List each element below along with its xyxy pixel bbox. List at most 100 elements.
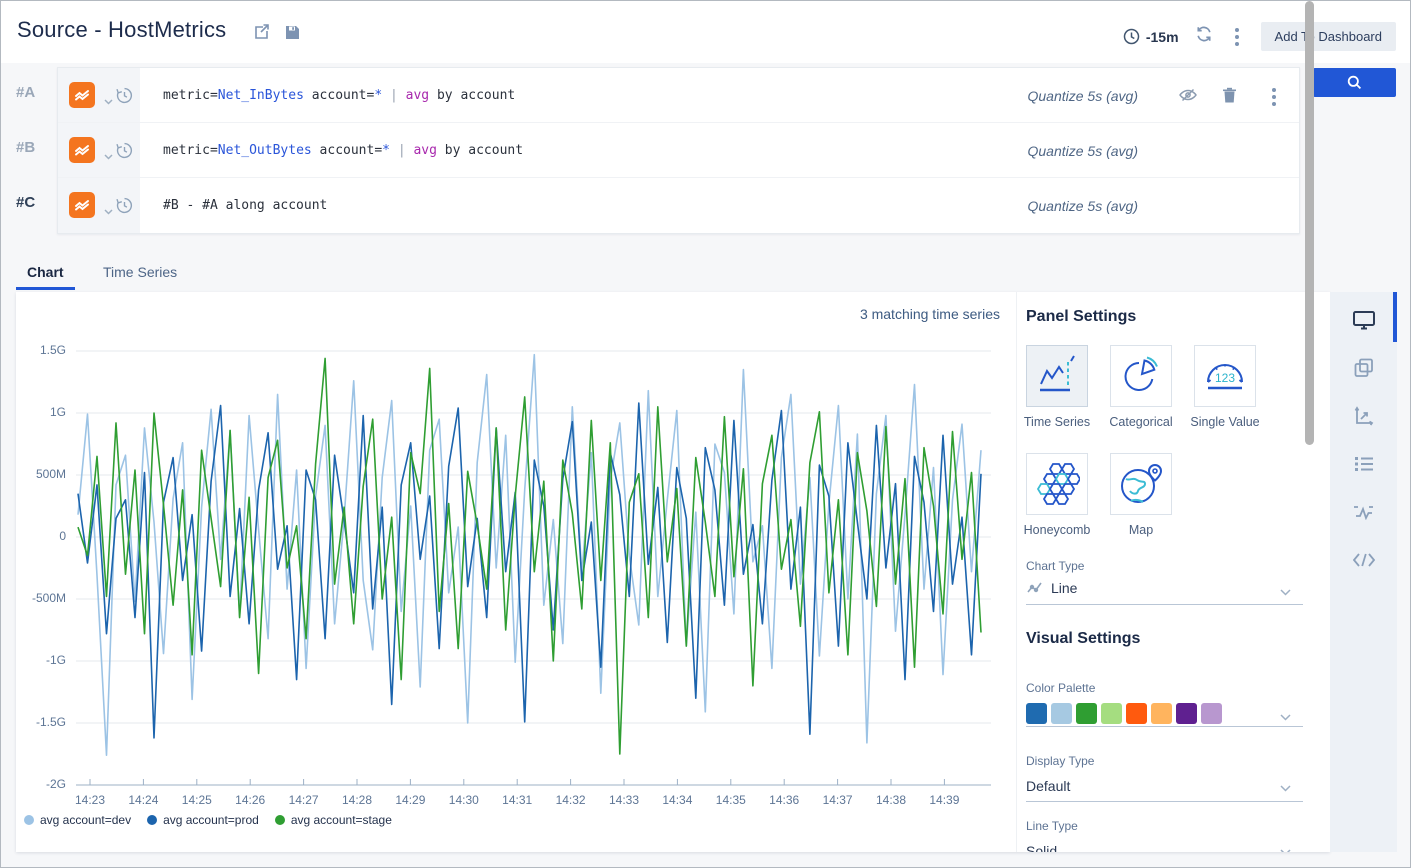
legend-item[interactable]: avg account=dev [24,813,131,827]
x-axis-tick: 14:28 [334,793,380,807]
x-axis-tick: 14:39 [921,793,967,807]
json-view-button[interactable] [1330,542,1397,578]
quantize-setting-c[interactable]: Quantize 5s (avg) [928,198,1138,214]
visual-settings-title: Visual Settings [1026,630,1140,648]
x-axis-tick: 14:29 [387,793,433,807]
query-kebab-menu[interactable] [1266,86,1282,108]
x-axis-tick: 14:27 [281,793,327,807]
x-axis-tick: 14:35 [708,793,754,807]
color-palette-dropdown[interactable] [1026,703,1222,724]
line-type-label: Line Type [1026,819,1078,833]
hide-query-eye-icon[interactable] [1178,87,1198,108]
header: Source - HostMetrics -15m Add To Dashboa… [1,1,1410,63]
run-search-button[interactable] [1313,68,1396,97]
panel-type-single-value[interactable]: 123 [1194,345,1256,407]
y-axis-tick: -2G [18,777,66,791]
y-axis-tick: -1G [18,653,66,667]
header-kebab-menu[interactable] [1229,26,1245,48]
chart-type-label: Chart Type [1026,559,1084,573]
quantize-clock-icon[interactable] [116,142,133,164]
quantize-clock-icon[interactable] [116,87,133,109]
palette-swatch [1151,703,1172,724]
x-axis-tick: 14:32 [548,793,594,807]
quantize-setting-b[interactable]: Quantize 5s (avg) [928,143,1138,159]
display-type-underline [1026,801,1303,802]
chevron-down-icon[interactable] [1280,779,1291,797]
chart-legend: avg account=dev avg account=prod avg accou… [24,813,392,827]
chevron-down-icon[interactable] [1280,843,1291,852]
query-type-chevron-icon[interactable] [104,92,113,110]
legend-color-dot [24,815,34,825]
y-axis-tick: -1.5G [18,715,66,729]
display-type-dropdown[interactable]: Default [1026,778,1070,794]
query-row-controls [58,123,140,177]
y-axis-tick: 1.5G [18,343,66,357]
legend-settings-button[interactable] [1330,446,1397,482]
query-input-a[interactable]: metric=Net_InBytes account=* | avg by ac… [163,88,515,103]
chevron-down-icon[interactable] [1280,708,1291,726]
line-type-dropdown[interactable]: Solid [1026,843,1057,852]
time-range-value: -15m [1146,29,1179,45]
query-type-chevron-icon[interactable] [104,147,113,165]
x-axis-tick: 14:24 [120,793,166,807]
legend-item[interactable]: avg account=prod [147,813,259,827]
query-input-b[interactable]: metric=Net_OutBytes account=* | avg by a… [163,143,523,158]
y-axis-tick: -500M [18,591,66,605]
metrics-query-type-icon[interactable] [69,82,95,108]
panel-type-time-series[interactable] [1026,345,1088,407]
chevron-down-icon[interactable] [1280,583,1291,601]
panel-type-honeycomb[interactable] [1026,453,1088,515]
add-to-dashboard-button[interactable]: Add To Dashboard [1261,22,1396,51]
time-series-chart[interactable] [16,292,1016,852]
metrics-query-type-icon[interactable] [69,192,95,218]
query-input-c[interactable]: #B - #A along account [163,198,327,213]
panel-type-categorical[interactable] [1110,345,1172,407]
query-row-label-c: #C [16,194,54,211]
overlay-view-button[interactable] [1330,350,1397,386]
refresh-icon[interactable] [1195,25,1213,48]
palette-swatch [1101,703,1122,724]
palette-swatch [1051,703,1072,724]
code-icon [1353,553,1375,567]
x-axis-tick: 14:36 [761,793,807,807]
view-mode-strip [1330,292,1397,852]
page-title: Source - HostMetrics [17,17,226,43]
quantize-setting-a[interactable]: Quantize 5s (avg) [928,88,1138,104]
share-icon[interactable] [253,24,271,45]
app-window: { "header": { "title": "Source - HostMet… [0,0,1411,868]
query-row-c: #B - #A along account Quantize 5s (avg) [58,178,1299,233]
x-axis-tick: 14:31 [494,793,540,807]
palette-swatch [1126,703,1147,724]
delete-query-trash-icon[interactable] [1222,87,1237,109]
quantize-clock-icon[interactable] [116,197,133,219]
chart-panel: 3 matching time series 1.5G1G500M0-500M-… [16,292,1330,852]
x-axis-tick: 14:23 [67,793,113,807]
panel-type-map[interactable] [1110,453,1172,515]
search-icon [1347,75,1362,90]
legend-item[interactable]: avg account=stage [275,813,392,827]
single-value-panel-icon: 123 [1201,354,1249,398]
tab-time-series[interactable]: Time Series [103,264,177,280]
threshold-settings-button[interactable] [1330,494,1397,530]
display-type-label: Display Type [1026,754,1094,768]
chart-type-dropdown[interactable]: Line [1051,580,1077,596]
palette-swatch [1176,703,1197,724]
query-row-b: metric=Net_OutBytes account=* | avg by a… [58,123,1299,178]
x-axis-tick: 14:26 [227,793,273,807]
time-range-picker[interactable]: -15m [1123,28,1179,45]
x-axis-tick: 14:30 [441,793,487,807]
query-type-chevron-icon[interactable] [104,202,113,220]
save-icon[interactable] [285,25,300,45]
tab-chart[interactable]: Chart [27,264,64,280]
legend-color-dot [275,815,285,825]
panel-settings-view-button[interactable] [1330,302,1397,338]
tile-label-map: Map [1096,523,1186,537]
axes-settings-button[interactable] [1330,398,1397,434]
settings-scrollbar[interactable] [1305,1,1314,445]
tile-label-time-series: Time Series [1012,415,1102,429]
metrics-query-type-icon[interactable] [69,137,95,163]
legend-color-dot [147,815,157,825]
map-panel-icon [1117,461,1165,507]
panel-settings-sidebar: Panel Settings 123 [1016,292,1330,852]
time-series-panel-icon [1035,354,1079,398]
